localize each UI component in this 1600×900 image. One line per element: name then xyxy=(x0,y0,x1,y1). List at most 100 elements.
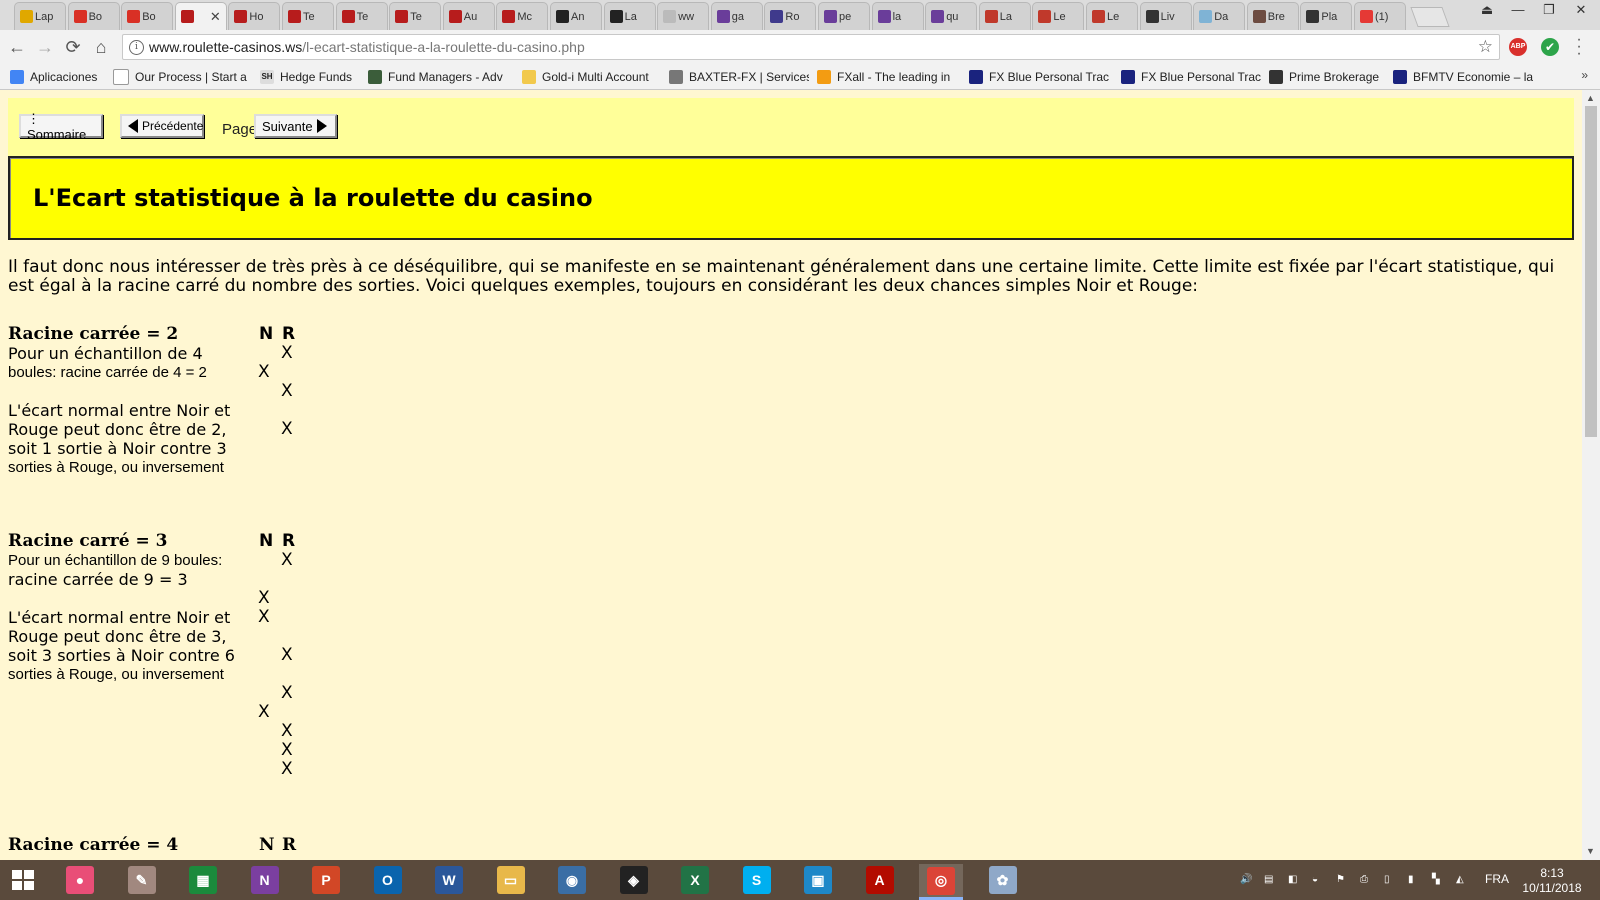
tab-label: ga xyxy=(731,10,745,23)
bookmark-item[interactable]: FX Blue Personal Trac xyxy=(1121,68,1261,86)
tray-icon[interactable]: ▯ xyxy=(1384,874,1390,885)
bookmark-item[interactable]: Our Process | Start a xyxy=(113,68,248,86)
tab-label: Te xyxy=(410,10,422,23)
browser-tab[interactable]: pe xyxy=(818,2,870,30)
owl-app-button[interactable]: ◉ xyxy=(550,864,594,896)
scroll-down-icon[interactable]: ▼ xyxy=(1586,846,1595,856)
browser-tab[interactable]: qu xyxy=(925,2,978,30)
reload-icon[interactable]: ⟳ xyxy=(62,36,84,58)
bookmark-item[interactable]: Fund Managers - Adv xyxy=(368,68,508,86)
check-extension-icon[interactable]: ✔ xyxy=(1541,38,1559,56)
browser-tab[interactable]: Le xyxy=(1086,2,1138,30)
back-arrow-icon[interactable]: ← xyxy=(6,36,28,58)
explorer-app-button[interactable]: ▭ xyxy=(489,864,533,896)
language-indicator[interactable]: FRA xyxy=(1485,872,1509,886)
browser-tab[interactable]: Ro xyxy=(764,2,817,30)
browser-tab[interactable]: An xyxy=(550,2,602,30)
outlook-app-button[interactable]: O xyxy=(366,864,410,896)
new-tab-button[interactable] xyxy=(1409,7,1450,27)
paint3d-app-button[interactable]: ✿ xyxy=(981,864,1025,896)
minimize-icon[interactable]: — xyxy=(1503,0,1533,22)
bookmark-item[interactable]: FX Blue Personal Trac xyxy=(969,68,1109,86)
browser-tab[interactable]: la xyxy=(871,2,924,30)
bookmark-item[interactable]: SH Hedge Funds xyxy=(260,68,360,86)
paint-app-button[interactable]: ● xyxy=(58,864,102,896)
tray-icon[interactable]: 🔊 xyxy=(1240,874,1252,885)
start-button[interactable] xyxy=(0,860,48,900)
scroll-up-icon[interactable]: ▲ xyxy=(1586,93,1595,103)
home-icon[interactable]: ⌂ xyxy=(90,36,112,58)
browser-tab[interactable]: La xyxy=(978,2,1031,30)
notepad-app-button[interactable]: ✎ xyxy=(120,864,164,896)
browser-tab[interactable]: Ho xyxy=(228,2,281,30)
browser-tab[interactable]: Bo xyxy=(67,2,120,30)
bookmarks-more-icon[interactable]: » xyxy=(1581,68,1588,82)
tray-icon[interactable]: ▮ xyxy=(1408,874,1414,885)
close-window-icon[interactable]: ✕ xyxy=(1566,0,1596,22)
description-line: Rouge peut donc être de 2, xyxy=(8,420,227,439)
browser-tab[interactable]: La xyxy=(603,2,656,30)
browser-tab[interactable]: Le xyxy=(1032,2,1085,30)
skype-app-button[interactable]: S xyxy=(735,864,779,896)
bookmark-item[interactable]: Gold-i Multi Account xyxy=(522,68,662,86)
bookmark-item[interactable]: Prime Brokerage xyxy=(1269,68,1384,86)
tray-icon[interactable]: ▚ xyxy=(1432,874,1440,885)
browser-tab[interactable]: (1) xyxy=(1354,2,1406,30)
bookmark-item[interactable]: Aplicaciones xyxy=(10,68,102,86)
browser-tab[interactable]: Liv xyxy=(1139,2,1192,30)
tab-favicon-icon xyxy=(1306,10,1320,23)
chrome-app-button[interactable]: ◎ xyxy=(919,864,963,900)
browser-tab[interactable]: ga xyxy=(710,2,763,30)
browser-tab[interactable]: Lap xyxy=(14,2,66,30)
browser-tab[interactable]: Te xyxy=(335,2,388,30)
clock-time: 8:13 xyxy=(1540,866,1564,880)
acrobat-app-button[interactable]: A xyxy=(858,864,902,896)
onenote-app-button[interactable]: N xyxy=(243,864,287,896)
browser-tab[interactable]: Pla xyxy=(1300,2,1353,30)
powerpoint-app-button[interactable]: P xyxy=(304,864,348,896)
tray-icon[interactable]: ◭ xyxy=(1456,874,1464,885)
address-url[interactable]: www.roulette-casinos.ws/l-ecart-statisti… xyxy=(149,39,585,55)
forward-arrow-icon[interactable]: → xyxy=(34,36,56,58)
browser-tab[interactable]: Bre xyxy=(1246,2,1299,30)
tray-icon[interactable]: ⚑ xyxy=(1336,874,1345,885)
bookmark-item[interactable]: BAXTER-FX | Services xyxy=(669,68,809,86)
tab-favicon-icon xyxy=(824,10,837,23)
scrollbar-thumb[interactable] xyxy=(1585,106,1597,437)
fox-app-button[interactable]: ◈ xyxy=(612,864,656,896)
tab-active[interactable]: ✕ xyxy=(174,2,227,30)
word-app-button[interactable]: W xyxy=(427,864,471,896)
sommaire-button[interactable]: ⋮ Sommaire xyxy=(19,111,103,142)
browser-tab[interactable]: Te xyxy=(282,2,334,30)
precedente-button[interactable]: Précédente xyxy=(120,114,204,138)
tray-icon[interactable]: ◧ xyxy=(1288,874,1297,885)
tab-close-icon[interactable]: ✕ xyxy=(210,9,221,25)
page-content: ⋮ Sommaire Précédente Page Suivante L'Ec… xyxy=(0,90,1582,860)
tray-icon[interactable]: ▤ xyxy=(1264,874,1273,885)
browser-tab[interactable]: Au xyxy=(442,2,495,30)
rouge-mark: X xyxy=(281,721,293,741)
network-app-button[interactable]: ▣ xyxy=(796,864,840,896)
store-app-button[interactable]: ▦ xyxy=(181,864,225,896)
browser-tab[interactable]: Bo xyxy=(121,2,174,30)
suivante-button[interactable]: Suivante xyxy=(254,114,337,138)
bookmark-item[interactable]: FXall - The leading in xyxy=(817,68,957,86)
profile-icon[interactable]: ⏏ xyxy=(1472,0,1502,22)
address-bar[interactable]: i www.roulette-casinos.ws/l-ecart-statis… xyxy=(122,34,1500,60)
clock[interactable]: 8:13 10/11/2018 xyxy=(1520,866,1584,896)
browser-tab[interactable]: ww xyxy=(657,2,710,30)
adblock-extension-icon[interactable]: ABP xyxy=(1509,38,1527,56)
page-scrollbar[interactable]: ▲ ▼ xyxy=(1582,90,1600,860)
browser-tab[interactable]: Mc xyxy=(496,2,549,30)
tray-icon[interactable]: ◒ xyxy=(1312,874,1318,885)
browser-menu-icon[interactable]: · · · xyxy=(1574,32,1584,62)
noir-mark: X xyxy=(258,702,270,722)
bookmark-item[interactable]: BFMTV Economie – la xyxy=(1393,68,1533,86)
excel-app-button[interactable]: X xyxy=(673,864,717,896)
browser-tab[interactable]: Te xyxy=(389,2,442,30)
tray-icon[interactable]: ⎙ xyxy=(1360,874,1368,885)
bookmark-star-icon[interactable]: ☆ xyxy=(1478,37,1493,57)
browser-tab[interactable]: Da xyxy=(1193,2,1246,30)
info-icon[interactable]: i xyxy=(129,40,144,55)
restore-icon[interactable]: ❐ xyxy=(1534,0,1564,22)
